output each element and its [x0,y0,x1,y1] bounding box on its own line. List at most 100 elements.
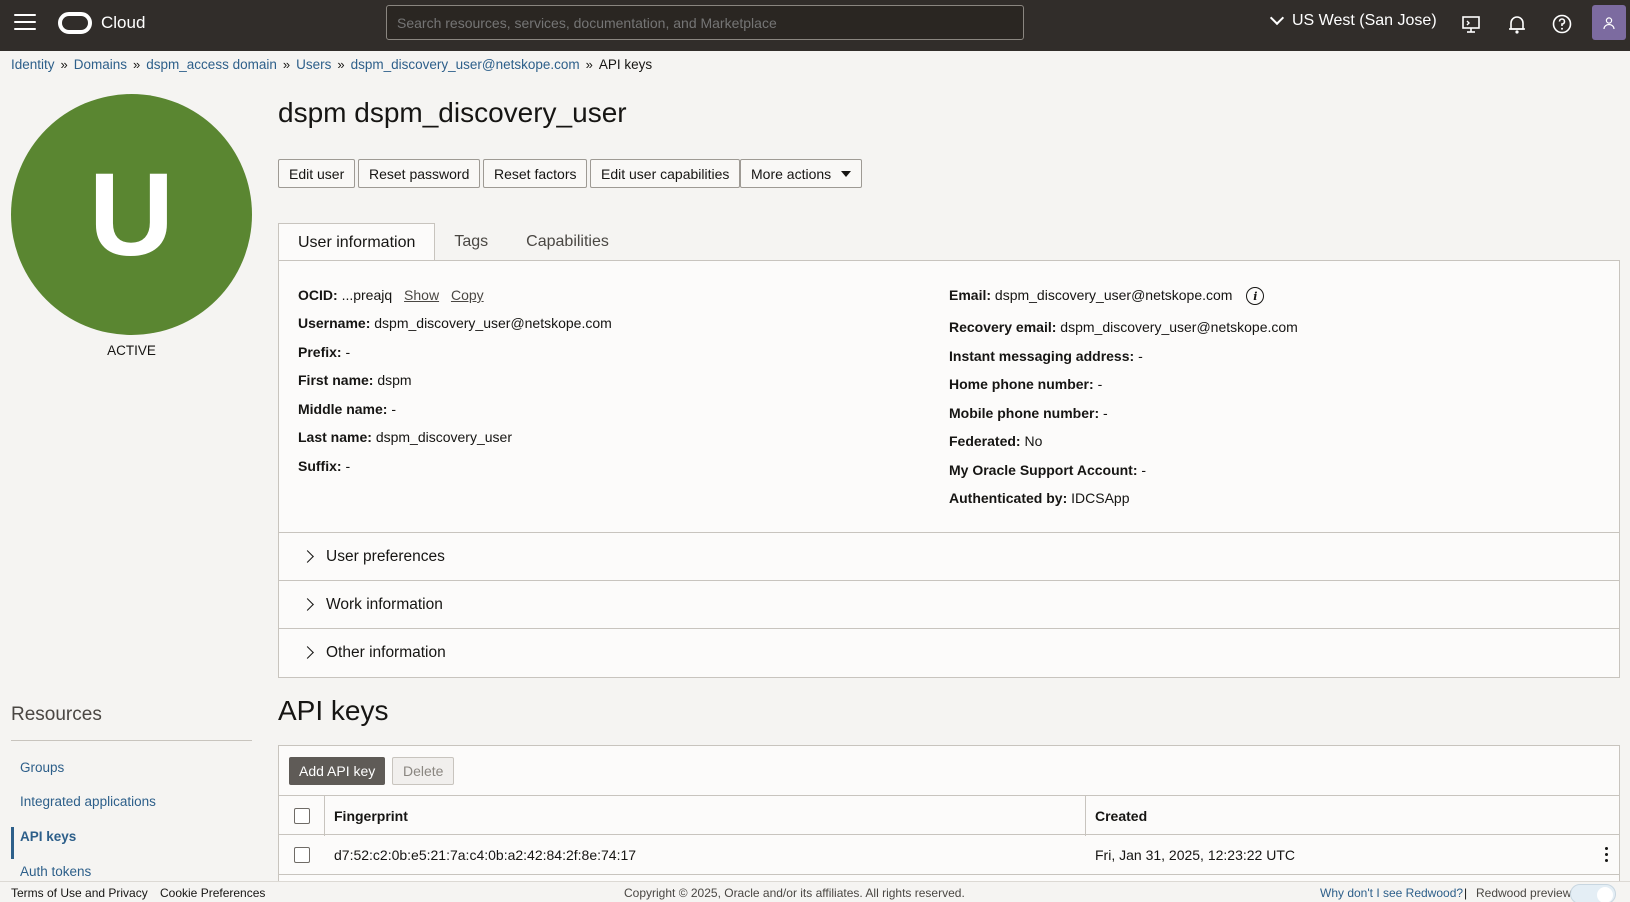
ocid-show-link[interactable]: Show [404,287,439,303]
field-value: - [345,344,351,360]
column-created[interactable]: Created [1095,808,1147,824]
oracle-support-field: My Oracle Support Account: - [949,462,1146,478]
username-field: Username: dspm_discovery_user@netskope.c… [298,315,612,331]
instant-messaging-field: Instant messaging address: - [949,348,1143,364]
field-value: dspm_discovery_user [375,429,512,445]
footer-divider: | [1464,886,1468,900]
breadcrumb-separator: » [337,57,345,72]
why-redwood-link[interactable]: Why don't I see Redwood? [1320,886,1463,900]
field-value: - [1138,348,1143,364]
notification-bell-icon[interactable] [1506,13,1528,35]
ocid-copy-link[interactable]: Copy [451,287,484,303]
caret-down-icon [841,170,852,177]
tab-user-information[interactable]: User information [278,223,436,261]
breadcrumb-identity[interactable]: Identity [11,57,55,72]
copyright: Copyright © 2025, Oracle and/or its affi… [624,886,965,900]
redwood-preview-toggle[interactable] [1570,884,1616,902]
email-value: dspm_discovery_user@netskope.com [994,287,1233,303]
chevron-right-icon [301,598,314,611]
field-value: - [1097,376,1103,392]
edit-user-button[interactable]: Edit user [278,159,356,188]
home-phone-field: Home phone number: - [949,376,1102,392]
breadcrumb-domain[interactable]: dspm_access domain [146,57,277,72]
reset-factors-button[interactable]: Reset factors [483,159,588,188]
add-api-key-button[interactable]: Add API key [289,757,386,785]
user-status: ACTIVE [107,343,156,358]
menu-icon[interactable] [14,14,36,32]
info-icon[interactable]: i [1246,287,1265,306]
field-label: Mobile phone number: [949,405,1100,421]
prefix-field: Prefix: - [298,344,350,360]
cloud-shell-icon[interactable] [1460,13,1482,35]
field-value: No [1024,433,1043,449]
more-actions-label: More actions [751,165,832,182]
select-all-checkbox[interactable] [294,808,310,824]
resource-auth-tokens[interactable]: Auth tokens [20,864,91,879]
ocid-value: ...preajq [341,287,393,303]
resource-groups[interactable]: Groups [20,760,64,775]
tab-tags[interactable]: Tags [435,223,507,261]
email-field: Email: dspm_discovery_user@netskope.com … [949,287,1265,306]
column-separator [1085,796,1086,836]
field-label: First name: [298,372,374,388]
field-label: Authenticated by: [949,490,1068,506]
api-keys-title: API keys [278,695,389,726]
fingerprint-cell: d7:52:c2:0b:e5:21:7a:c4:0b:a2:42:84:2f:8… [334,847,637,863]
first-name-field: First name: dspm [298,372,412,388]
field-label: Last name: [298,429,372,445]
field-label: Federated: [949,433,1021,449]
row-checkbox[interactable] [294,847,310,863]
reset-password-button[interactable]: Reset password [358,159,481,188]
field-label: Suffix: [298,458,342,474]
field-value: - [391,401,397,417]
breadcrumb-users[interactable]: Users [296,57,331,72]
suffix-field: Suffix: - [298,458,350,474]
terms-link[interactable]: Terms of Use and Privacy [11,886,148,900]
section-other-information[interactable]: Other information [279,628,1619,676]
section-user-preferences[interactable]: User preferences [279,532,1619,580]
region-selector[interactable]: US West (San Jose) [1269,10,1437,30]
recovery-email-field: Recovery email: dspm_discovery_user@nets… [949,319,1298,335]
cookie-preferences-link[interactable]: Cookie Preferences [160,886,265,900]
more-actions-button[interactable]: More actions [740,159,863,188]
edit-user-capabilities-button[interactable]: Edit user capabilities [590,159,741,188]
help-icon[interactable] [1551,13,1573,35]
tab-capabilities[interactable]: Capabilities [507,223,628,261]
field-label: Recovery email: [949,319,1057,335]
email-label: Email: [949,287,992,303]
breadcrumb-separator: » [133,57,141,72]
field-value: dspm_discovery_user@netskope.com [1060,319,1298,335]
column-fingerprint[interactable]: Fingerprint [334,808,408,824]
field-value: - [1141,462,1147,478]
breadcrumb-separator: » [60,57,68,72]
field-label: Username: [298,315,371,331]
tab-bar: User information Tags Capabilities [278,223,628,261]
section-work-information[interactable]: Work information [279,580,1619,628]
brand-name[interactable]: Cloud [101,13,145,33]
field-label: Prefix: [298,344,342,360]
breadcrumb-current: API keys [598,57,653,72]
redwood-preview-label: Redwood preview [1476,886,1572,900]
active-indicator [11,827,14,859]
resource-api-keys[interactable]: API keys [20,829,76,844]
ocid-label: OCID: [298,287,338,303]
delete-button[interactable]: Delete [392,757,455,785]
resources-title: Resources [11,704,102,725]
field-label: Middle name: [298,401,388,417]
mobile-phone-field: Mobile phone number: - [949,405,1108,421]
user-icon [1603,16,1615,29]
divider [11,740,252,741]
oracle-logo-icon[interactable] [58,12,92,34]
row-actions-icon[interactable] [1605,847,1609,865]
table-row: d7:52:c2:0b:e5:21:7a:c4:0b:a2:42:84:2f:8… [279,835,1619,875]
resource-integrated-applications[interactable]: Integrated applications [20,794,156,809]
user-information-panel: OCID: ...preajq Show Copy Username: dspm… [278,260,1620,678]
profile-avatar[interactable] [1592,5,1626,40]
breadcrumb-domains[interactable]: Domains [74,57,127,72]
section-label: User preferences [326,547,445,565]
user-avatar: U [11,94,252,335]
breadcrumb-separator: » [585,57,593,72]
breadcrumb-user[interactable]: dspm_discovery_user@netskope.com [351,57,580,72]
search-input[interactable] [386,5,1024,40]
chevron-down-icon [1269,10,1285,26]
